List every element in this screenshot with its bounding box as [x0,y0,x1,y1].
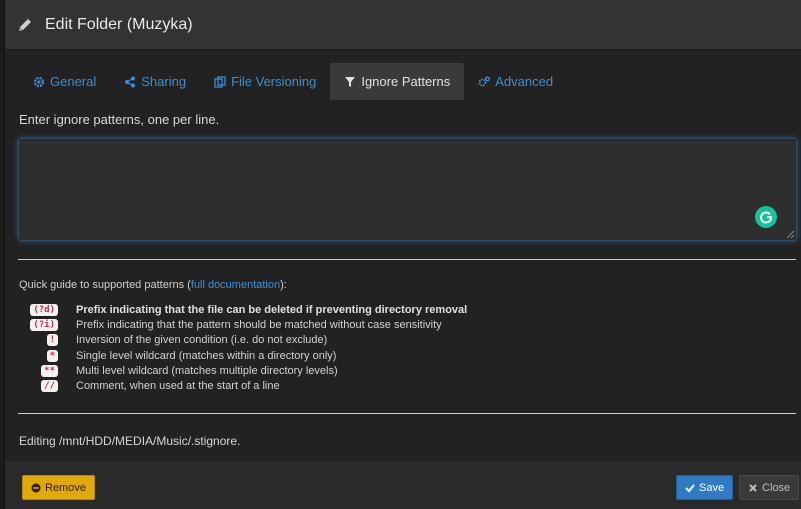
pattern-description: Inversion of the given condition (i.e. d… [76,334,328,347]
filter-icon [345,76,356,87]
pattern-code: (?i) [30,318,58,331]
tab-file-versioning-label: File Versioning [231,74,317,89]
ignore-patterns-panel: Enter ignore patterns, one per line. Qui… [18,100,797,448]
pattern-description: Prefix indicating that the pattern shoul… [76,318,442,331]
list-item: (?i) Prefix indicating that the pattern … [18,317,795,332]
save-button-label: Save [699,481,725,494]
modal-header: Edit Folder (Muzyka) [5,0,801,50]
pattern-code: * [46,349,58,362]
pattern-description: Prefix indicating that the file can be d… [76,303,468,316]
list-item: ** Multi level wildcard (matches multipl… [18,363,795,378]
grammarly-icon[interactable] [755,206,777,228]
guide-prefix: Quick guide to supported patterns ( [19,279,191,291]
minus-circle-icon [31,483,41,492]
pattern-guide-list: (?d) Prefix indicating that the file can… [18,302,795,394]
guide-suffix: ): [280,279,287,291]
tab-sharing-label: Sharing [141,74,187,89]
copy-icon [214,75,226,88]
pattern-description: Multi level wildcard (matches multiple d… [76,364,338,377]
tab-sharing[interactable]: Sharing [110,63,200,100]
close-button[interactable]: Close [739,475,800,500]
ignore-patterns-textarea[interactable] [19,139,796,240]
list-item: (?d) Prefix indicating that the file can… [18,302,795,317]
pencil-icon [19,18,31,31]
edit-folder-modal: Edit Folder (Muzyka) General Sharing Fil… [4,0,801,509]
tab-advanced-label: Advanced [495,74,554,89]
pattern-code: ! [46,334,58,347]
modal-title: Edit Folder (Muzyka) [45,15,193,33]
tab-file-versioning[interactable]: File Versioning [200,63,330,100]
quick-guide-text: Quick guide to supported patterns (full … [19,279,795,291]
tab-bar: General Sharing File Versioning Ignore P… [19,63,801,101]
pattern-description: Single level wildcard (matches within a … [76,349,337,362]
divider [18,412,796,414]
modal-footer: Remove Save Close [5,461,801,509]
tab-advanced[interactable]: Advanced [464,63,567,100]
close-button-label: Close [762,481,791,494]
share-icon [125,76,136,87]
list-item: * Single level wildcard (matches within … [18,348,795,363]
editing-path-text: Editing /mnt/HDD/MEDIA/Music/.stignore. [19,433,241,448]
pattern-code: ** [41,364,58,377]
list-item: // Comment, when used at the start of a … [18,378,795,393]
full-documentation-link[interactable]: full documentation [191,279,280,291]
list-item: ! Inversion of the given condition (i.e.… [18,333,795,348]
resize-grip-icon[interactable] [785,229,795,239]
tab-ignore-patterns[interactable]: Ignore Patterns [330,63,465,100]
remove-button[interactable]: Remove [22,475,95,500]
cogs-icon [478,76,491,86]
pattern-code: // [41,380,58,393]
tab-general-label: General [50,74,97,89]
save-button[interactable]: Save [676,475,734,500]
tab-general[interactable]: General [19,63,110,100]
gear-icon [33,76,45,87]
tab-ignore-patterns-label: Ignore Patterns [361,74,451,89]
pattern-code: (?d) [30,303,58,316]
check-icon [685,483,695,492]
close-icon [749,483,757,492]
ignore-intro-text: Enter ignore patterns, one per line. [19,112,220,127]
remove-button-label: Remove [45,481,86,494]
pattern-description: Comment, when used at the start of a lin… [76,380,280,393]
ignore-patterns-textarea-wrapper [18,138,797,241]
divider [18,259,796,260]
